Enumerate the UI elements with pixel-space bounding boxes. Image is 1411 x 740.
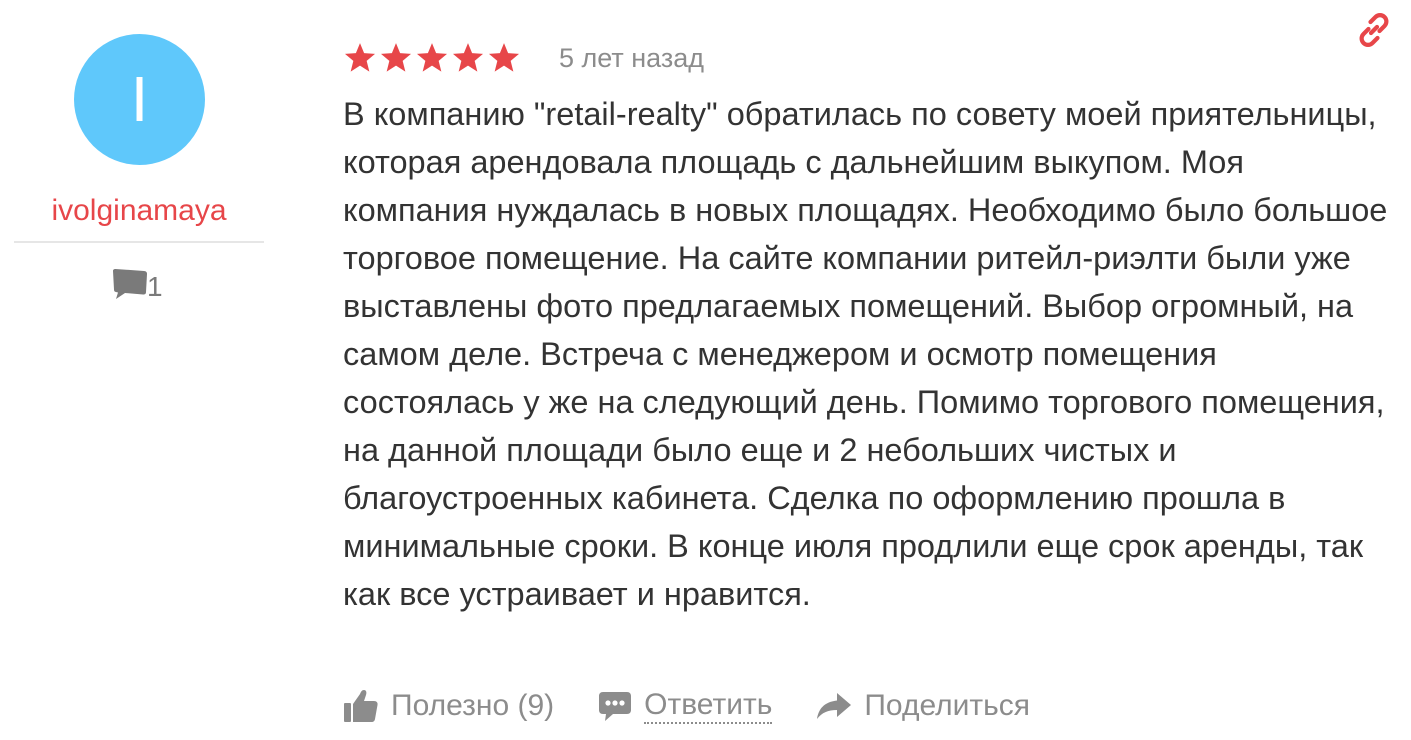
divider	[14, 241, 264, 243]
share-label: Поделиться	[864, 689, 1031, 722]
thumbs-up-icon	[343, 688, 391, 724]
speech-bubble-icon	[598, 690, 644, 722]
link-icon[interactable]	[1356, 12, 1392, 48]
useful-button[interactable]: Полезно (9)	[343, 688, 554, 724]
rating-row: 5 лет назад	[343, 38, 1393, 78]
review-actions: Полезно (9) Ответить Поделиться	[343, 684, 1074, 728]
avatar[interactable]: I	[74, 34, 205, 165]
review-card: I ivolginamaya 1 5 лет назад В компанию …	[0, 0, 1411, 740]
star-icon	[344, 43, 376, 72]
share-button[interactable]: Поделиться	[816, 689, 1030, 723]
useful-label: Полезно (9)	[391, 689, 555, 722]
star-icon	[380, 43, 412, 72]
comments-count-value: 1	[147, 271, 163, 302]
reply-button[interactable]: Ответить	[598, 688, 773, 724]
reply-label: Ответить	[644, 688, 773, 724]
review-body: 5 лет назад В компанию "retail-realty" о…	[343, 38, 1393, 618]
comment-icon	[111, 267, 149, 301]
author-name-link[interactable]: ivolginamaya	[14, 194, 264, 228]
star-icon	[452, 43, 484, 72]
star-icon	[488, 43, 520, 72]
review-text: В компанию "retail-realty" обратилась по…	[343, 96, 1388, 612]
author-comments-count[interactable]: 1	[111, 267, 163, 301]
star-icon	[416, 43, 448, 72]
star-rating	[343, 41, 521, 75]
review-date: 5 лет назад	[559, 42, 705, 73]
share-arrow-icon	[816, 691, 864, 721]
